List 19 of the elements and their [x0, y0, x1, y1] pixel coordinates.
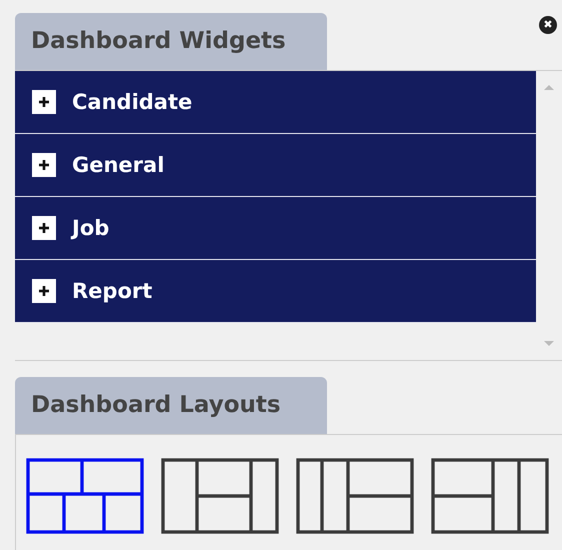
layout-icon[interactable]: [26, 458, 144, 534]
expand-icon[interactable]: [32, 216, 56, 240]
category-row[interactable]: General: [15, 134, 536, 197]
category-label: Candidate: [72, 90, 192, 114]
expand-icon[interactable]: [32, 279, 56, 303]
layout-icon[interactable]: [296, 458, 414, 534]
category-label: General: [72, 153, 164, 177]
panel-tab[interactable]: Dashboard Widgets: [15, 13, 327, 70]
category-row[interactable]: Candidate: [15, 71, 536, 134]
category-label: Report: [72, 279, 152, 303]
category-row[interactable]: Job: [15, 197, 536, 260]
expand-icon[interactable]: [32, 90, 56, 114]
panel-tab[interactable]: Dashboard Layouts: [15, 377, 327, 434]
category-label: Job: [72, 216, 110, 240]
close-icon[interactable]: ✖: [539, 16, 557, 34]
layout-icon[interactable]: [161, 458, 279, 534]
expand-icon[interactable]: [32, 153, 56, 177]
layout-icon[interactable]: [431, 458, 549, 534]
category-row[interactable]: Report: [15, 260, 536, 323]
